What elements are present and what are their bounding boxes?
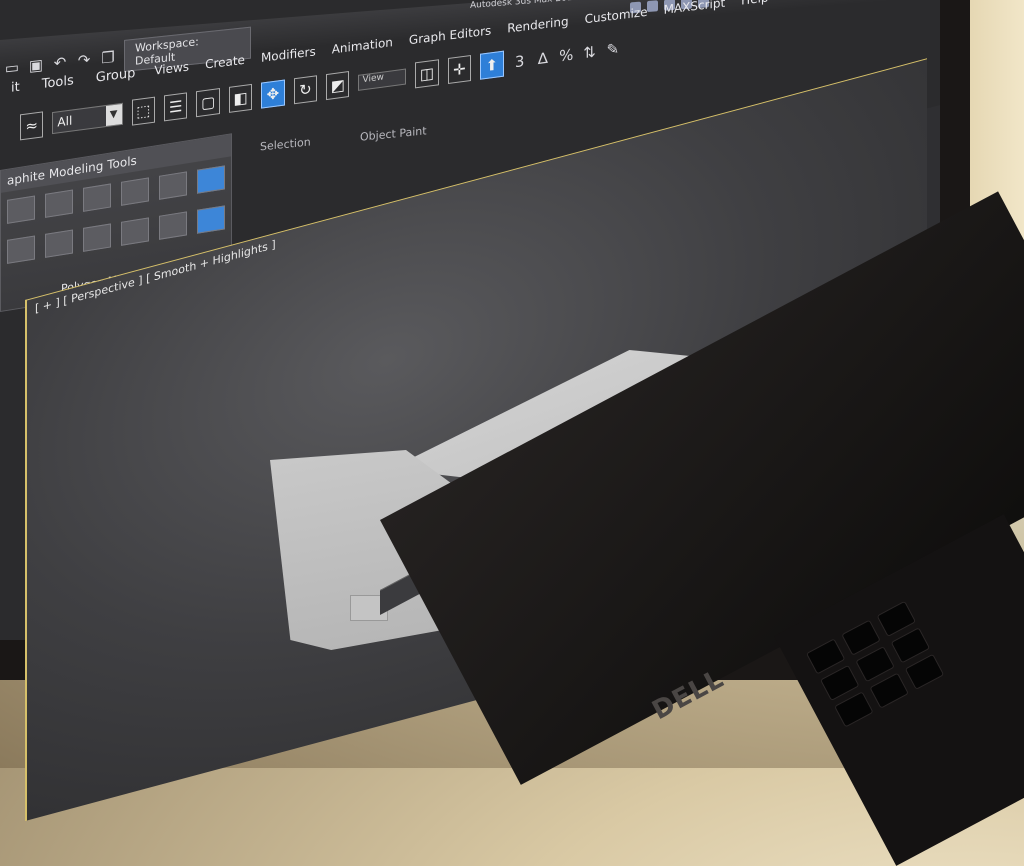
snap-toggle[interactable]: 3 — [513, 52, 527, 71]
vertex-icon[interactable] — [7, 195, 35, 224]
shrink-icon[interactable] — [45, 229, 73, 258]
use-nurms-icon[interactable] — [197, 205, 225, 234]
spinner-snap-icon[interactable]: ⇅ — [582, 43, 596, 63]
rectangle-selection-icon[interactable]: ▢ — [196, 88, 220, 118]
tab-selection[interactable]: Selection — [260, 131, 360, 161]
pivot-icon[interactable]: ◫ — [415, 59, 439, 89]
edge-icon[interactable] — [45, 189, 73, 218]
move-icon[interactable]: ✥ — [261, 79, 285, 109]
edit-named-selection-icon[interactable]: ✎ — [606, 39, 620, 59]
ring-icon[interactable] — [121, 217, 149, 246]
menu-rendering[interactable]: Rendering — [499, 13, 576, 36]
menu-views[interactable]: Views — [146, 59, 197, 79]
select-by-name-icon[interactable]: ☰ — [164, 92, 188, 122]
keyboard-shortcut-override-icon[interactable]: ⬆ — [480, 50, 504, 80]
menu-animation[interactable]: Animation — [324, 34, 401, 57]
tab-object-paint[interactable]: Object Paint — [360, 121, 460, 151]
grow-icon[interactable] — [7, 235, 35, 264]
select-manipulate-icon[interactable]: ✛ — [447, 54, 472, 85]
select-object-icon[interactable]: ⬚ — [131, 96, 156, 126]
loop-icon[interactable] — [83, 223, 111, 252]
keyboard-key — [869, 672, 909, 709]
selection-filter-value: All — [57, 113, 73, 130]
window-crossing-icon[interactable]: ◧ — [228, 83, 253, 113]
reference-coordinate-dropdown[interactable]: View — [358, 68, 407, 91]
menu-edit[interactable]: it — [0, 78, 31, 97]
element-icon[interactable] — [159, 171, 187, 200]
menu-group[interactable]: Group — [85, 64, 147, 86]
selection-filter-dropdown[interactable]: All ▼ — [52, 102, 123, 135]
menu-create[interactable]: Create — [197, 52, 253, 73]
angle-snap-icon[interactable]: ∆ — [536, 49, 550, 68]
preview-icon[interactable] — [159, 211, 187, 240]
percent-snap-icon[interactable]: % — [559, 46, 573, 66]
rotate-icon[interactable]: ↻ — [293, 75, 318, 105]
polygon-icon[interactable] — [121, 177, 149, 206]
link-icon[interactable]: ≈ — [20, 111, 44, 141]
chevron-down-icon: ▼ — [105, 103, 122, 127]
scale-icon[interactable]: ◩ — [326, 70, 350, 101]
menu-graph-editors[interactable]: Graph Editors — [401, 22, 499, 48]
modify-mode-icon[interactable] — [197, 165, 225, 194]
menu-modifiers[interactable]: Modifiers — [253, 43, 324, 65]
menu-tools[interactable]: Tools — [31, 71, 85, 92]
keyboard-key — [904, 653, 945, 690]
keyboard-key — [834, 691, 874, 728]
border-icon[interactable] — [83, 183, 111, 212]
